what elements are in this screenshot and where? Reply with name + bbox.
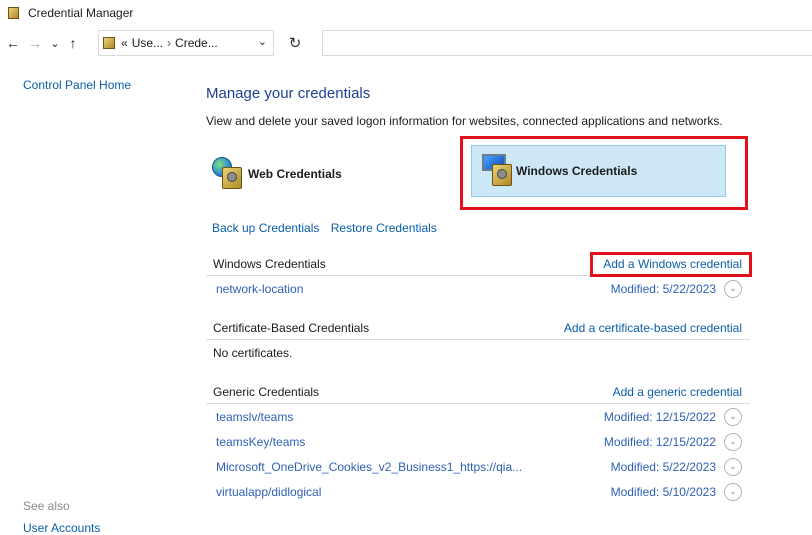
certificate-credentials-section: Certificate-Based Credentials Add a cert… (206, 317, 750, 365)
generic-credentials-section: Generic Credentials Add a generic creden… (206, 381, 750, 504)
web-credentials-icon (212, 157, 242, 191)
section-title: Generic Credentials (213, 385, 320, 399)
credential-row[interactable]: teamsKey/teams Modified: 12/15/2022 ⌄ (206, 429, 750, 454)
web-credentials-tab[interactable]: Web Credentials (212, 148, 440, 200)
chevron-down-icon[interactable]: ⌄ (724, 457, 742, 476)
chevron-down-icon: ⌄ (50, 37, 60, 50)
credential-row[interactable]: teamslv/teams Modified: 12/15/2022 ⌄ (206, 404, 750, 429)
credential-name: teamsKey/teams (216, 434, 306, 449)
add-windows-credential-link[interactable]: Add a Windows credential (603, 257, 742, 271)
credential-modified: Modified: 12/15/2022 (603, 434, 716, 449)
recent-locations-button[interactable]: ⌄ (46, 32, 64, 54)
credential-row[interactable]: Microsoft_OneDrive_Cookies_v2_Business1_… (206, 454, 750, 479)
add-generic-credential-link[interactable]: Add a generic credential (613, 385, 742, 399)
up-button[interactable]: ↑ (64, 32, 82, 54)
windows-credentials-label: Windows Credentials (516, 164, 638, 178)
page-description: View and delete your saved logon informa… (206, 114, 723, 128)
section-title: Certificate-Based Credentials (213, 321, 370, 335)
credential-modified: Modified: 12/15/2022 (603, 409, 716, 424)
credential-name: teamslv/teams (216, 409, 294, 424)
chevron-down-icon[interactable]: ⌄ (724, 482, 742, 501)
back-button[interactable]: ← (4, 32, 22, 54)
add-certificate-credential-link[interactable]: Add a certificate-based credential (564, 321, 742, 335)
title-bar: Credential Manager (0, 0, 812, 26)
forward-button[interactable]: → (26, 32, 44, 54)
web-credentials-label: Web Credentials (248, 167, 342, 181)
section-header: Generic Credentials Add a generic creden… (206, 381, 750, 404)
breadcrumb-credential-manager[interactable]: Crede... (175, 36, 218, 50)
chevron-down-icon[interactable]: ⌄ (724, 432, 742, 451)
restore-credentials-link[interactable]: Restore Credentials (331, 221, 437, 235)
refresh-icon: ↻ (288, 35, 302, 52)
search-input[interactable] (322, 30, 812, 56)
credential-modified: Modified: 5/10/2023 (610, 484, 716, 499)
breadcrumb-overflow[interactable]: « (121, 36, 128, 50)
credential-modified: Modified: 5/22/2023 (610, 459, 716, 474)
windows-credentials-section: Windows Credentials Add a Windows creden… (206, 253, 750, 301)
windows-credentials-tab[interactable]: Windows Credentials (471, 145, 726, 197)
address-bar[interactable]: « Use... › Crede... ⌄ (98, 30, 274, 56)
up-arrow-icon: ↑ (69, 35, 77, 51)
credential-modified: Modified: 5/22/2023 (610, 281, 716, 296)
backup-restore-links: Back up Credentials Restore Credentials (212, 221, 445, 235)
refresh-button[interactable]: ↻ (280, 30, 310, 56)
page-title: Manage your credentials (206, 85, 371, 102)
backup-credentials-link[interactable]: Back up Credentials (212, 221, 319, 235)
user-accounts-link[interactable]: User Accounts (23, 521, 100, 535)
window-title: Credential Manager (28, 6, 134, 20)
address-dropdown-icon[interactable]: ⌄ (258, 35, 267, 48)
section-header: Certificate-Based Credentials Add a cert… (206, 317, 750, 340)
credential-name: virtualapp/didlogical (216, 484, 322, 499)
credential-name: Microsoft_OneDrive_Cookies_v2_Business1_… (216, 459, 523, 474)
back-arrow-icon: ← (6, 35, 20, 51)
navigation-bar: ← → ⌄ ↑ « Use... › Crede... ⌄ ↻ (0, 28, 812, 58)
forward-arrow-icon: → (28, 35, 42, 51)
breadcrumb-user-accounts[interactable]: Use... (132, 36, 163, 50)
control-panel-home-link[interactable]: Control Panel Home (23, 78, 131, 92)
windows-credentials-icon (482, 154, 512, 188)
see-also-label: See also (23, 499, 70, 513)
credential-name: network-location (216, 281, 304, 296)
section-header: Windows Credentials Add a Windows creden… (206, 253, 750, 276)
location-icon (103, 37, 115, 49)
chevron-down-icon[interactable]: ⌄ (724, 407, 742, 426)
no-certificates-text: No certificates. (213, 345, 293, 360)
section-title: Windows Credentials (213, 257, 326, 271)
credential-row[interactable]: virtualapp/didlogical Modified: 5/10/202… (206, 479, 750, 504)
credential-manager-icon (6, 6, 20, 20)
chevron-down-icon[interactable]: ⌄ (724, 279, 742, 298)
breadcrumb-separator: › (167, 36, 172, 50)
credential-row[interactable]: network-location Modified: 5/22/2023 ⌄ (206, 276, 750, 301)
